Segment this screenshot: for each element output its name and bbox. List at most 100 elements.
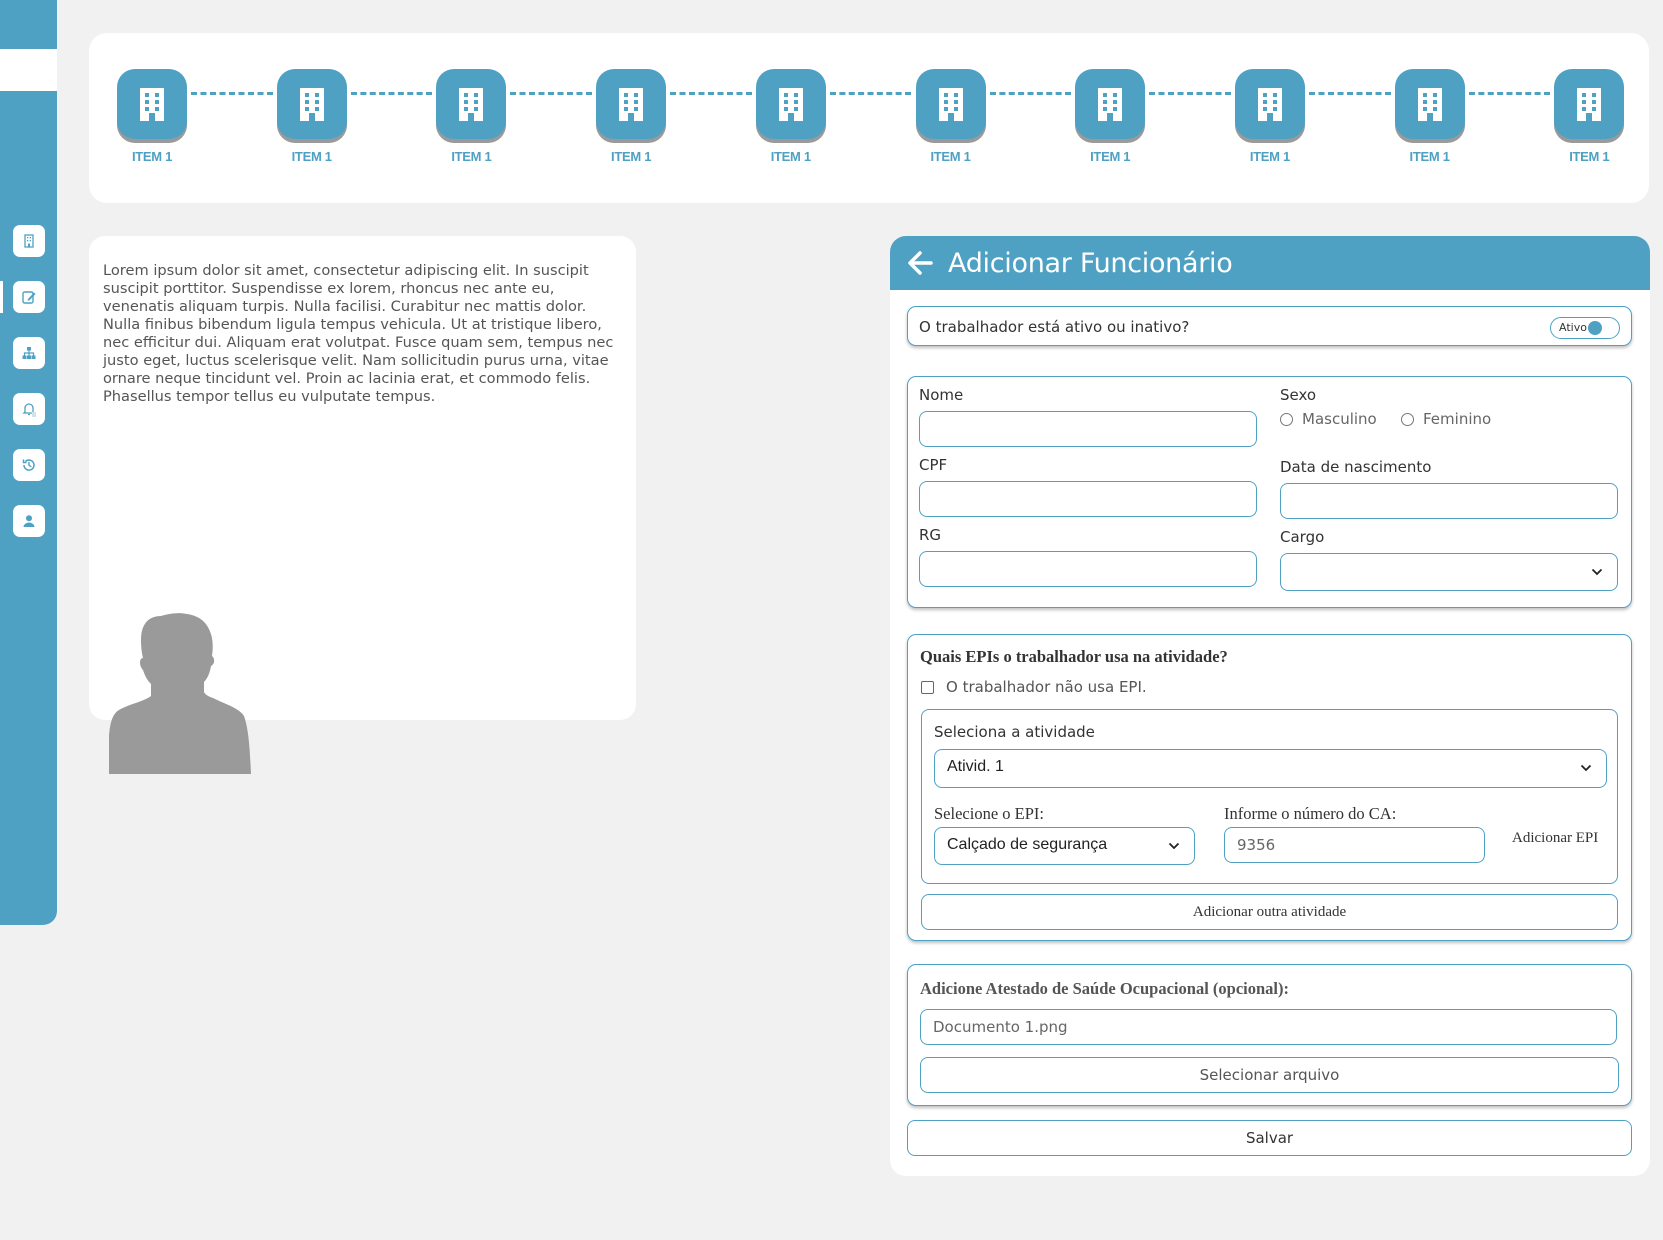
building-icon[interactable] — [276, 69, 347, 139]
stepper-connector — [510, 92, 593, 95]
building-icon[interactable] — [915, 69, 986, 139]
history-icon — [22, 459, 35, 471]
stepper-item[interactable]: ITEM 1 — [915, 69, 986, 164]
toggle-label: Ativo — [1559, 321, 1587, 334]
ca-label: Informe o número do CA: — [1224, 804, 1397, 823]
sidebar-building-button[interactable] — [13, 225, 45, 257]
bell-file-icon — [22, 403, 36, 417]
sidebar — [0, 0, 57, 925]
atividade-select[interactable]: Ativid. 1 — [934, 749, 1607, 788]
stepper-item-label: ITEM 1 — [1409, 149, 1450, 164]
nome-label: Nome — [919, 386, 964, 404]
stepper-item-label: ITEM 1 — [1249, 149, 1290, 164]
building-icon[interactable] — [1075, 69, 1146, 139]
sidebar-user-button[interactable] — [13, 505, 45, 537]
stepper-item-label: ITEM 1 — [1090, 149, 1131, 164]
stepper-item-label: ITEM 1 — [451, 149, 492, 164]
no-epi-checkbox[interactable] — [921, 681, 934, 694]
nome-input[interactable] — [919, 411, 1257, 447]
user-icon — [23, 515, 35, 527]
stepper-item[interactable]: ITEM 1 — [436, 69, 507, 164]
status-box: O trabalhador está ativo ou inativo? Ati… — [907, 306, 1632, 346]
cargo-select[interactable] — [1280, 553, 1618, 591]
toggle-knob[interactable] — [1588, 321, 1602, 335]
sidebar-org-button[interactable] — [13, 337, 45, 369]
stepper-item[interactable]: ITEM 1 — [117, 69, 187, 164]
atividade-label: Seleciona a atividade — [934, 723, 1095, 741]
sidebar-history-button[interactable] — [13, 449, 45, 481]
sexo-label: Sexo — [1280, 386, 1317, 404]
radio-masculino[interactable] — [1280, 413, 1293, 426]
add-employee-panel: Adicionar Funcionário O trabalhador está… — [890, 236, 1650, 1176]
stepper-connector — [350, 92, 433, 95]
add-activity-button[interactable]: Adicionar outra atividade — [921, 894, 1618, 930]
rg-input[interactable] — [919, 551, 1257, 587]
cpf-input[interactable] — [919, 481, 1257, 517]
status-question: O trabalhador está ativo ou inativo? — [919, 318, 1190, 336]
stepper-item[interactable]: ITEM 1 — [755, 69, 826, 164]
sidebar-logo-slot — [0, 49, 57, 91]
chevron-down-icon — [1168, 842, 1180, 850]
aso-label: Adicione Atestado de Saúde Ocupacional (… — [920, 979, 1289, 998]
radio-masculino-label: Masculino — [1302, 410, 1377, 428]
aso-file-input[interactable]: Documento 1.png — [920, 1009, 1617, 1045]
stepper-item-label: ITEM 1 — [611, 149, 652, 164]
rg-label: RG — [919, 526, 942, 544]
stepper-item[interactable]: ITEM 1 — [1075, 69, 1146, 164]
building-icon[interactable] — [1234, 69, 1305, 139]
nascimento-label: Data de nascimento — [1280, 458, 1432, 476]
stepper-connector — [829, 92, 912, 95]
building-icon — [24, 234, 34, 248]
stepper-item[interactable]: ITEM 1 — [596, 69, 667, 164]
building-icon[interactable] — [755, 69, 826, 139]
building-icon[interactable] — [1554, 69, 1625, 139]
cargo-label: Cargo — [1280, 528, 1325, 546]
stepper-item-label: ITEM 1 — [930, 149, 971, 164]
form-title: Adicionar Funcionário — [948, 247, 1233, 279]
stepper-item-label: ITEM 1 — [131, 149, 173, 164]
stepper-card: ITEM 1 ITEM 1 ITEM 1 ITEM 1 ITEM 1 ITEM 1 ITEM… — [89, 33, 1649, 203]
stepper-item[interactable]: ITEM 1 — [1394, 69, 1465, 164]
stepper-item[interactable]: ITEM 1 — [276, 69, 347, 164]
stepper-item-label: ITEM 1 — [291, 149, 332, 164]
select-file-button[interactable]: Selecionar arquivo — [920, 1057, 1619, 1093]
stepper-item[interactable]: ITEM 1 — [1554, 69, 1625, 164]
epi-select[interactable]: Calçado de segurança — [934, 827, 1195, 865]
stepper-item-label: ITEM 1 — [1569, 149, 1610, 164]
radio-feminino-label: Feminino — [1423, 410, 1492, 428]
active-toggle[interactable]: Ativo — [1550, 317, 1620, 339]
building-icon[interactable] — [596, 69, 667, 139]
epi-box: Quais EPIs o trabalhador usa na atividad… — [907, 634, 1632, 941]
stepper-connector — [989, 92, 1072, 95]
sidebar-notifications-button[interactable] — [13, 393, 45, 425]
info-text: Lorem ipsum dolor sit amet, consectetur … — [103, 262, 614, 405]
back-arrow-icon[interactable] — [906, 249, 934, 277]
activity-box: Seleciona a atividade Ativid. 1 Selecion… — [921, 709, 1618, 884]
building-icon[interactable] — [117, 69, 187, 139]
stepper-connector — [1308, 92, 1391, 95]
add-epi-button[interactable]: Adicionar EPI — [1512, 830, 1598, 847]
stepper-item[interactable]: ITEM 1 — [1234, 69, 1305, 164]
sidebar-edit-button[interactable] — [0, 281, 45, 313]
stepper-connector — [670, 92, 752, 95]
stepper-item-label: ITEM 1 — [770, 149, 811, 164]
save-button[interactable]: Salvar — [907, 1120, 1632, 1156]
epi-question: Quais EPIs o trabalhador usa na atividad… — [920, 647, 1228, 666]
sitemap-icon — [22, 347, 36, 359]
edit-icon — [22, 291, 36, 304]
stepper-connector — [191, 92, 273, 95]
building-icon[interactable] — [436, 69, 507, 139]
radio-feminino[interactable] — [1401, 413, 1414, 426]
nascimento-input[interactable] — [1280, 483, 1618, 519]
stepper-connector — [1149, 92, 1231, 95]
cpf-label: CPF — [919, 456, 948, 474]
aso-box: Adicione Atestado de Saúde Ocupacional (… — [907, 964, 1632, 1106]
avatar-silhouette — [109, 613, 251, 774]
epi-select-label: Selecione o EPI: — [934, 804, 1044, 823]
ca-input[interactable]: 9356 — [1224, 827, 1485, 863]
form-header: Adicionar Funcionário — [890, 236, 1650, 290]
stepper-connector — [1468, 92, 1551, 95]
building-icon[interactable] — [1394, 69, 1465, 139]
no-epi-label: O trabalhador não usa EPI. — [946, 678, 1147, 696]
chevron-down-icon — [1580, 764, 1592, 772]
